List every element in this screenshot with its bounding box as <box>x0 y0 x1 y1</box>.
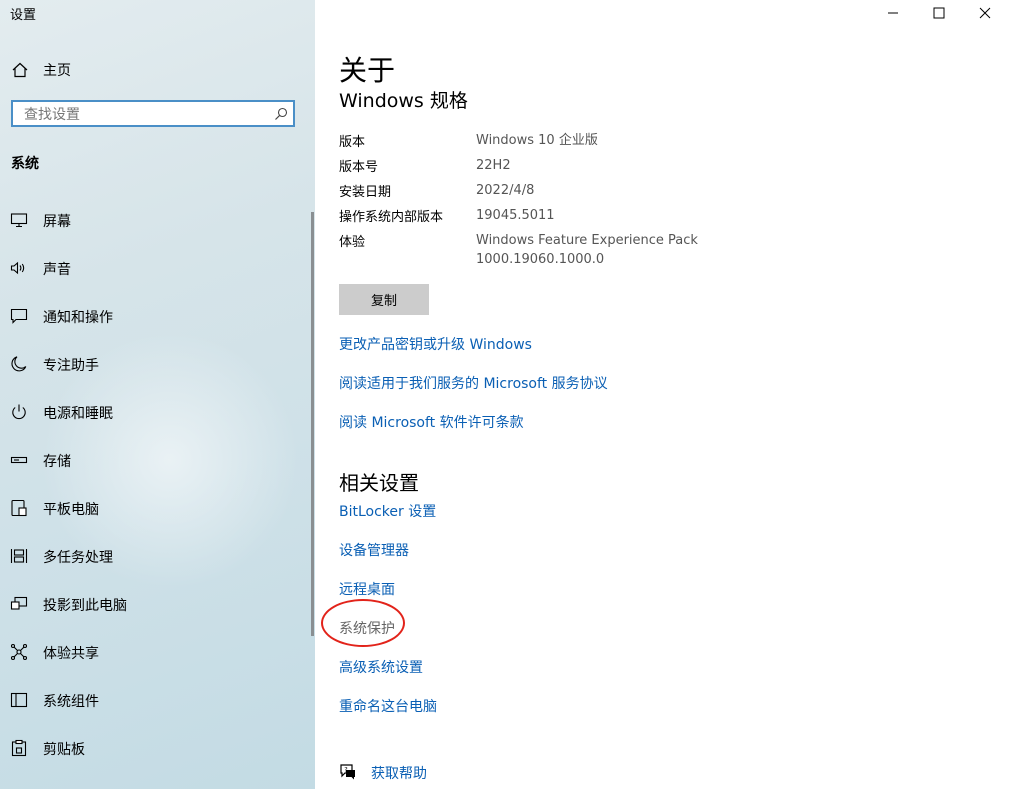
sidebar-item-focus-assist[interactable]: 专注助手 <box>0 344 308 384</box>
home-icon <box>11 61 29 79</box>
sidebar-item-label: 存储 <box>43 454 71 470</box>
sidebar-item-project[interactable]: 投影到此电脑 <box>0 584 308 624</box>
minimize-icon <box>888 12 898 14</box>
speaker-icon <box>10 259 28 277</box>
spec-value: Windows Feature Experience Pack 1000.190… <box>476 233 698 267</box>
sidebar-item-notifications[interactable]: 通知和操作 <box>0 296 308 336</box>
device-manager-link[interactable]: 设备管理器 <box>339 540 409 560</box>
copy-button[interactable]: 复制 <box>339 284 429 315</box>
spec-key: 版本 <box>339 135 366 150</box>
sidebar-item-label: 专注助手 <box>43 358 99 374</box>
clipboard-icon <box>10 739 28 757</box>
settings-window: 设置 主页 系统 屏幕 声音 <box>0 0 1010 789</box>
search-box[interactable] <box>11 100 295 127</box>
page-title: 关于 <box>339 54 396 87</box>
power-icon <box>10 403 28 421</box>
maximize-icon <box>933 7 945 19</box>
get-help-row[interactable]: ? 获取帮助 <box>339 761 539 783</box>
sidebar-item-shared-experiences[interactable]: 体验共享 <box>0 632 308 672</box>
sidebar-item-label: 通知和操作 <box>43 310 113 326</box>
minimize-button[interactable] <box>870 0 916 26</box>
search-icon[interactable] <box>274 106 288 120</box>
sidebar-item-label: 平板电脑 <box>43 502 99 518</box>
service-agreement-link[interactable]: 阅读适用于我们服务的 Microsoft 服务协议 <box>339 373 608 393</box>
rename-pc-link[interactable]: 重命名这台电脑 <box>339 696 437 716</box>
sidebar-item-power[interactable]: 电源和睡眠 <box>0 392 308 432</box>
sidebar-item-clipboard[interactable]: 剪贴板 <box>0 728 308 768</box>
spec-value: Windows 10 企业版 <box>476 133 598 148</box>
bitlocker-settings-link[interactable]: BitLocker 设置 <box>339 501 436 521</box>
sidebar-item-storage[interactable]: 存储 <box>0 440 308 480</box>
sidebar-item-tablet[interactable]: 平板电脑 <box>0 488 308 528</box>
sidebar-item-home[interactable]: 主页 <box>0 55 315 83</box>
close-icon <box>979 7 991 19</box>
system-protection-link[interactable]: 系统保护 <box>339 618 395 638</box>
related-settings-title: 相关设置 <box>339 471 419 495</box>
app-title: 设置 <box>10 8 37 23</box>
sidebar-item-label: 电源和睡眠 <box>43 406 113 422</box>
sidebar-item-home-label: 主页 <box>43 63 71 79</box>
sidebar-item-label: 系统组件 <box>43 694 99 710</box>
window-controls <box>870 0 1010 26</box>
tablet-icon <box>10 499 28 517</box>
spec-key: 体验 <box>339 235 366 250</box>
search-input[interactable] <box>22 104 266 125</box>
spec-value: 19045.5011 <box>476 208 555 223</box>
spec-key: 版本号 <box>339 160 379 175</box>
components-icon <box>10 691 28 709</box>
multitasking-icon <box>10 547 28 565</box>
project-icon <box>10 595 28 613</box>
maximize-button[interactable] <box>916 0 962 26</box>
sidebar-item-sound[interactable]: 声音 <box>0 248 308 288</box>
sidebar-item-system-components[interactable]: 系统组件 <box>0 680 308 720</box>
storage-icon <box>10 451 28 469</box>
sidebar-item-display[interactable]: 屏幕 <box>0 200 308 240</box>
sidebar-item-multitasking[interactable]: 多任务处理 <box>0 536 308 576</box>
sidebar-item-label: 剪贴板 <box>43 742 85 758</box>
spec-key: 安装日期 <box>339 185 392 200</box>
license-terms-link[interactable]: 阅读 Microsoft 软件许可条款 <box>339 412 524 432</box>
sidebar-item-label: 投影到此电脑 <box>43 598 127 614</box>
windows-spec-title: Windows 规格 <box>339 90 468 112</box>
sidebar-scrollbar[interactable] <box>311 212 314 636</box>
notification-icon <box>10 307 28 325</box>
advanced-system-settings-link[interactable]: 高级系统设置 <box>339 657 423 677</box>
moon-icon <box>10 355 28 373</box>
sidebar-item-label: 多任务处理 <box>43 550 113 566</box>
spec-value: 22H2 <box>476 158 511 173</box>
sidebar-item-label: 体验共享 <box>43 646 99 662</box>
get-help-label: 获取帮助 <box>371 766 427 782</box>
sidebar-item-label: 屏幕 <box>43 214 71 230</box>
sidebar: 设置 主页 系统 屏幕 声音 <box>0 0 315 789</box>
change-product-key-link[interactable]: 更改产品密钥或升级 Windows <box>339 334 532 354</box>
sidebar-section-title: 系统 <box>11 156 39 172</box>
svg-text:?: ? <box>344 765 347 773</box>
monitor-icon <box>10 211 28 229</box>
spec-key: 操作系统内部版本 <box>339 210 444 225</box>
remote-desktop-link[interactable]: 远程桌面 <box>339 579 395 599</box>
share-icon <box>10 643 28 661</box>
close-button[interactable] <box>962 0 1008 26</box>
help-chat-icon: ? <box>339 763 357 781</box>
main-content: 关于 Windows 规格 版本 Windows 10 企业版 版本号 22H2… <box>315 0 1010 789</box>
spec-value: 2022/4/8 <box>476 183 535 198</box>
sidebar-item-label: 声音 <box>43 262 71 278</box>
